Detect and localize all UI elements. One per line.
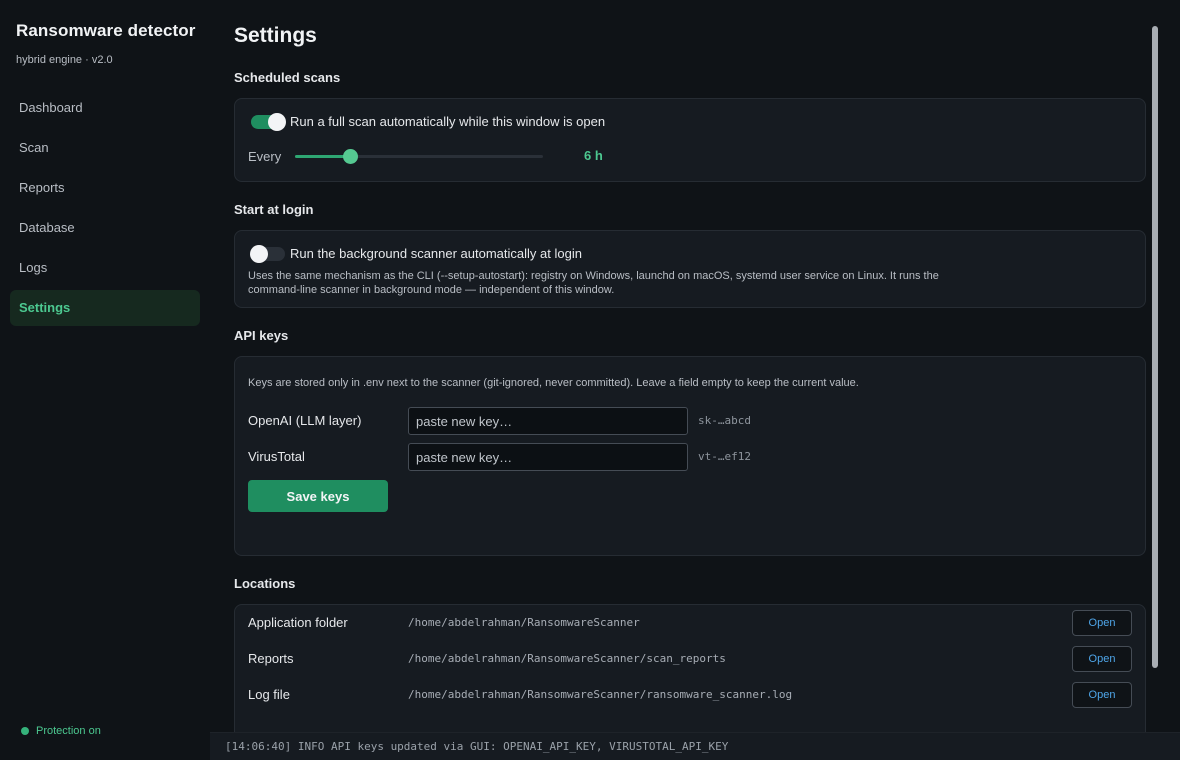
scheduled-scan-label: Run a full scan automatically while this… — [290, 114, 606, 129]
location-label: Reports — [248, 651, 294, 666]
sidebar-item-dashboard[interactable]: Dashboard — [10, 90, 200, 126]
sidebar: Ransomware detector hybrid engine · v2.0… — [0, 0, 210, 760]
login-autostart-toggle[interactable] — [250, 245, 285, 263]
page-title: Settings — [234, 24, 317, 47]
locations-title: Locations — [234, 576, 296, 591]
slider-fill — [295, 155, 350, 158]
sidebar-item-settings[interactable]: Settings — [10, 290, 200, 326]
every-label: Every — [248, 149, 282, 164]
open-reports-folder-button[interactable]: Open — [1072, 646, 1132, 672]
openai-key-masked: sk-…abcd — [698, 414, 751, 427]
scan-interval-slider[interactable] — [295, 149, 543, 164]
scheduled-scans-title: Scheduled scans — [234, 70, 341, 85]
save-keys-button[interactable]: Save keys — [248, 480, 388, 512]
sidebar-item-reports[interactable]: Reports — [10, 170, 200, 206]
protection-status-label: Protection on — [36, 725, 101, 737]
location-path: /home/abdelrahman/RansomwareScanner/scan… — [408, 652, 726, 665]
protection-status: Protection on — [21, 725, 101, 737]
settings-panel: Settings Scheduled scans Run a full scan… — [210, 0, 1180, 732]
status-dot-icon — [21, 727, 29, 735]
login-autostart-label: Run the background scanner automatically… — [290, 246, 582, 261]
sidebar-item-database[interactable]: Database — [10, 210, 200, 246]
sidebar-item-scan[interactable]: Scan — [10, 130, 200, 166]
sidebar-nav: Dashboard Scan Reports Database Logs Set… — [10, 90, 200, 330]
openai-key-label: OpenAI (LLM layer) — [248, 413, 362, 428]
scheduled-scan-toggle[interactable] — [251, 113, 286, 131]
app-title: Ransomware detector — [16, 21, 196, 40]
sidebar-item-logs[interactable]: Logs — [10, 250, 200, 286]
open-application-folder-button[interactable]: Open — [1072, 610, 1132, 636]
api-keys-note: Keys are stored only in .env next to the… — [248, 377, 859, 389]
toggle-knob — [268, 113, 286, 131]
openai-key-input[interactable] — [408, 407, 688, 435]
scheduled-scans-card: Run a full scan automatically while this… — [234, 98, 1146, 182]
virustotal-key-masked: vt-…ef12 — [698, 450, 751, 463]
locations-card: Application folder /home/abdelrahman/Ran… — [234, 604, 1146, 732]
autostart-note-line1: Uses the same mechanism as the CLI (--se… — [248, 270, 939, 282]
location-path: /home/abdelrahman/RansomwareScanner — [408, 616, 640, 629]
toggle-knob — [250, 245, 268, 263]
open-log-file-button[interactable]: Open — [1072, 682, 1132, 708]
virustotal-key-input[interactable] — [408, 443, 688, 471]
start-at-login-card: Run the background scanner automatically… — [234, 230, 1146, 308]
vertical-scrollbar[interactable] — [1152, 26, 1158, 668]
slider-thumb[interactable] — [342, 149, 358, 164]
app-window: Ransomware detector hybrid engine · v2.0… — [0, 0, 1180, 760]
log-status-bar: [14:06:40] INFO API keys updated via GUI… — [210, 732, 1180, 760]
api-keys-card: Keys are stored only in .env next to the… — [234, 356, 1146, 556]
location-path: /home/abdelrahman/RansomwareScanner/rans… — [408, 688, 793, 701]
location-label: Log file — [248, 687, 290, 702]
interval-value: 6 h — [584, 148, 603, 163]
autostart-note-line2: command-line scanner in background mode … — [248, 284, 615, 296]
start-at-login-title: Start at login — [234, 202, 314, 217]
app-subtitle: hybrid engine · v2.0 — [16, 54, 113, 66]
location-label: Application folder — [248, 615, 348, 630]
api-keys-title: API keys — [234, 328, 289, 343]
virustotal-key-label: VirusTotal — [248, 449, 305, 464]
